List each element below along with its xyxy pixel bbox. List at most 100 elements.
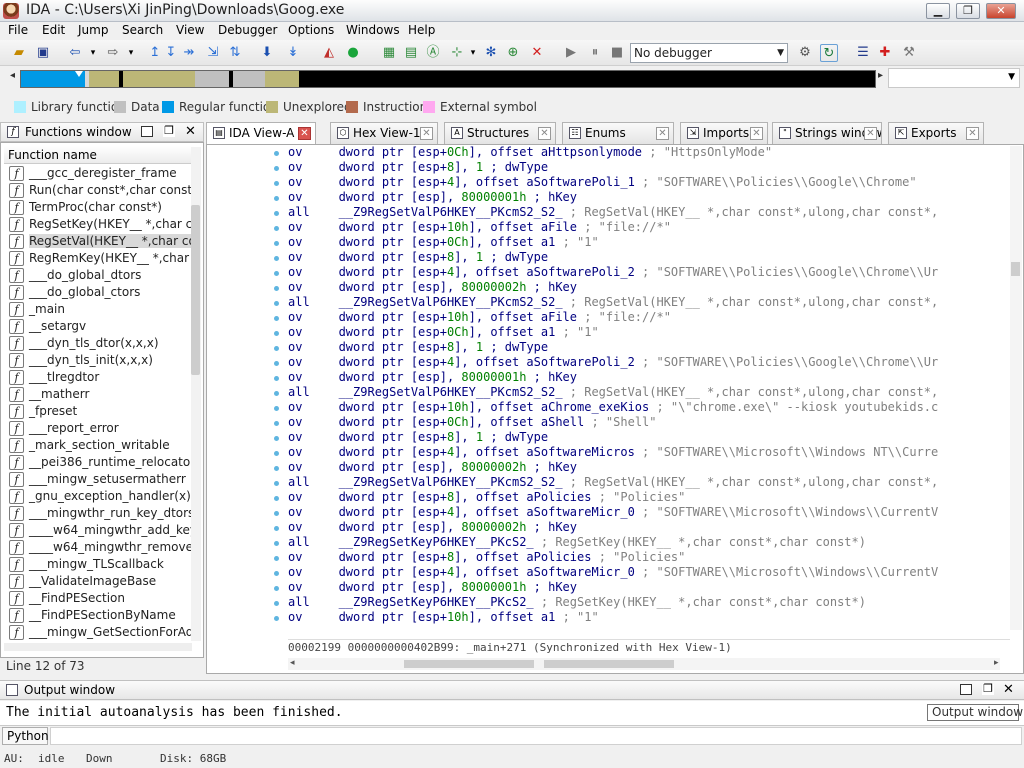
panel-float-icon[interactable]: ❐ [163,125,175,137]
breakpoint-dot[interactable] [274,226,279,231]
function-row[interactable]: f ___tlregdtor [4,369,192,386]
breakpoint-dot[interactable] [274,571,279,576]
tab-imports[interactable]: ⇲ Imports ✕ [680,122,768,144]
function-row[interactable]: f __FindPESection [4,590,192,607]
code-line[interactable]: ov dword ptr [esp], 80000002h ; hKey [288,280,1010,295]
open-folder-icon[interactable]: ▰ [10,44,28,62]
menu-edit[interactable]: Edit [42,23,65,37]
forward-dropdown-icon[interactable]: ▾ [122,44,140,62]
menu-search[interactable]: Search [122,23,163,37]
back-dropdown-icon[interactable]: ▾ [84,44,102,62]
tab-close-icon[interactable]: ✕ [420,127,433,140]
function-row[interactable]: f ____w64_mingwthr_remove_k [4,539,192,556]
breakpoint-dot[interactable] [274,481,279,486]
code-line[interactable]: ov dword ptr [esp+8], 1 ; dwType [288,250,1010,265]
breakpoint-dot[interactable] [274,346,279,351]
disassembly-scrollbar-thumb[interactable] [1011,262,1020,276]
panel-float-icon[interactable]: ❐ [982,683,994,695]
breakpoint-dot[interactable] [274,421,279,426]
breakpoint-dot[interactable] [274,466,279,471]
code-line[interactable]: ov dword ptr [esp+10h], offset aFile ; "… [288,310,1010,325]
code-line[interactable]: all __Z9RegSetValP6HKEY__PKcmS2_S2_ ; Re… [288,385,1010,400]
list-icon[interactable]: ☰ [854,44,872,62]
code-line[interactable]: ov dword ptr [esp+10h], offset aChrome_e… [288,400,1010,415]
panel-close-icon[interactable]: ✕ [185,124,196,139]
stop-icon[interactable]: ■ [608,44,626,62]
function-row[interactable]: f ___mingw_setusermatherr [4,471,192,488]
code-icon[interactable]: ▦ [380,44,398,62]
code-line[interactable]: ov dword ptr [esp+4], offset aSoftwarePo… [288,355,1010,370]
breakpoint-dot-column[interactable] [268,146,284,630]
code-line[interactable]: ov dword ptr [esp+4], offset aSoftwareMi… [288,505,1010,520]
breakpoint-dot[interactable] [274,151,279,156]
function-name-column-header[interactable]: Function name [4,146,194,164]
function-row[interactable]: f __ValidateImageBase [4,573,192,590]
tab-close-icon[interactable]: ✕ [656,127,669,140]
tab-close-icon[interactable]: ✕ [538,127,551,140]
functions-scrollbar-thumb[interactable] [191,205,200,375]
function-row[interactable]: f ___mingw_TLScallback [4,556,192,573]
nav-right-arrow-icon[interactable]: ▸ [878,70,883,81]
pause-icon[interactable]: ⏸ [586,44,604,62]
nav-dropdown[interactable]: ▼ [888,68,1020,88]
back-arrow-icon[interactable]: ⇦ [66,44,84,62]
tab-strings-window[interactable]: " Strings window ✕ [772,122,882,144]
function-row[interactable]: f __pei386_runtime_relocator [4,454,192,471]
function-row[interactable]: f RegSetVal(HKEY__ *,char co [4,233,192,250]
data-icon[interactable]: ▤ [402,44,420,62]
struct-icon[interactable]: ✻ [482,44,500,62]
function-row[interactable]: f __FindPESectionByName [4,607,192,624]
tab-close-icon[interactable]: ✕ [750,127,763,140]
breakpoint-dot[interactable] [274,451,279,456]
breakpoint-dot[interactable] [274,601,279,606]
menu-file[interactable]: File [8,23,28,37]
panel-minimize-icon[interactable] [960,684,972,695]
array-dropdown-icon[interactable]: ▾ [464,44,482,62]
breakpoint-dot[interactable] [274,496,279,501]
menu-view[interactable]: View [176,23,204,37]
breakpoint-dot[interactable] [274,436,279,441]
menu-options[interactable]: Options [288,23,334,37]
run-analysis-icon[interactable]: ● [344,44,362,62]
undefine-icon[interactable]: ✕ [528,44,546,62]
add-breakpoint-icon[interactable]: ✚ [876,44,894,62]
breakpoint-dot[interactable] [274,406,279,411]
code-line[interactable]: all __Z9RegSetKeyP6HKEY__PKcS2_ ; RegSet… [288,535,1010,550]
navigation-bar[interactable] [20,70,876,88]
code-line[interactable]: ov dword ptr [esp], 80000001h ; hKey [288,190,1010,205]
breakpoint-dot[interactable] [274,286,279,291]
breakpoint-dot[interactable] [274,331,279,336]
function-row[interactable]: f RegSetKey(HKEY__ *,char c [4,216,192,233]
breakpoint-dot[interactable] [274,256,279,261]
panel-minimize-icon[interactable] [141,126,153,137]
code-line[interactable]: ov dword ptr [esp+8], 1 ; dwType [288,340,1010,355]
string-icon[interactable]: Ⓐ [424,44,442,62]
disassembly-listing[interactable]: ov dword ptr [esp+0Ch], offset aHttpsonl… [288,145,1010,627]
code-line[interactable]: ov dword ptr [esp+8], 1 ; dwType [288,160,1010,175]
function-row[interactable]: f __setargv [4,318,192,335]
breakpoint-dot[interactable] [274,511,279,516]
breakpoint-dot[interactable] [274,616,279,621]
code-line[interactable]: ov dword ptr [esp+8], offset aPolicies ;… [288,550,1010,565]
code-line[interactable]: ov dword ptr [esp+10h], offset aFile ; "… [288,220,1010,235]
scroll-right-icon[interactable]: ▸ [994,658,999,668]
save-icon[interactable]: ▣ [34,44,52,62]
python-language-button[interactable]: Python [2,727,49,745]
graph-icon[interactable]: ◭ [320,44,338,62]
function-row[interactable]: f _mark_section_writable [4,437,192,454]
function-row[interactable]: f ___dyn_tls_dtor(x,x,x) [4,335,192,352]
code-line[interactable]: ov dword ptr [esp+0Ch], offset a1 ; "1" [288,325,1010,340]
code-line[interactable]: ov dword ptr [esp+4], offset aSoftwareMi… [288,565,1010,580]
function-row[interactable]: f ___mingw_GetSectionForAdd [4,624,192,641]
start-debug-icon[interactable]: ▶ [562,44,580,62]
disassembly-scrollbar[interactable] [1010,146,1022,630]
code-line[interactable]: ov dword ptr [esp], 80000002h ; hKey [288,520,1010,535]
ida-app-icon[interactable] [3,3,19,19]
menu-jump[interactable]: Jump [78,23,108,37]
hscrollbar-thumb[interactable] [404,660,534,668]
navigate-icon[interactable]: ⇲ [204,44,222,62]
breakpoint-dot[interactable] [274,316,279,321]
jump-entry-icon[interactable]: ↠ [180,44,198,62]
code-line[interactable]: ov dword ptr [esp+4], offset aSoftwarePo… [288,265,1010,280]
function-row[interactable]: f __matherr [4,386,192,403]
